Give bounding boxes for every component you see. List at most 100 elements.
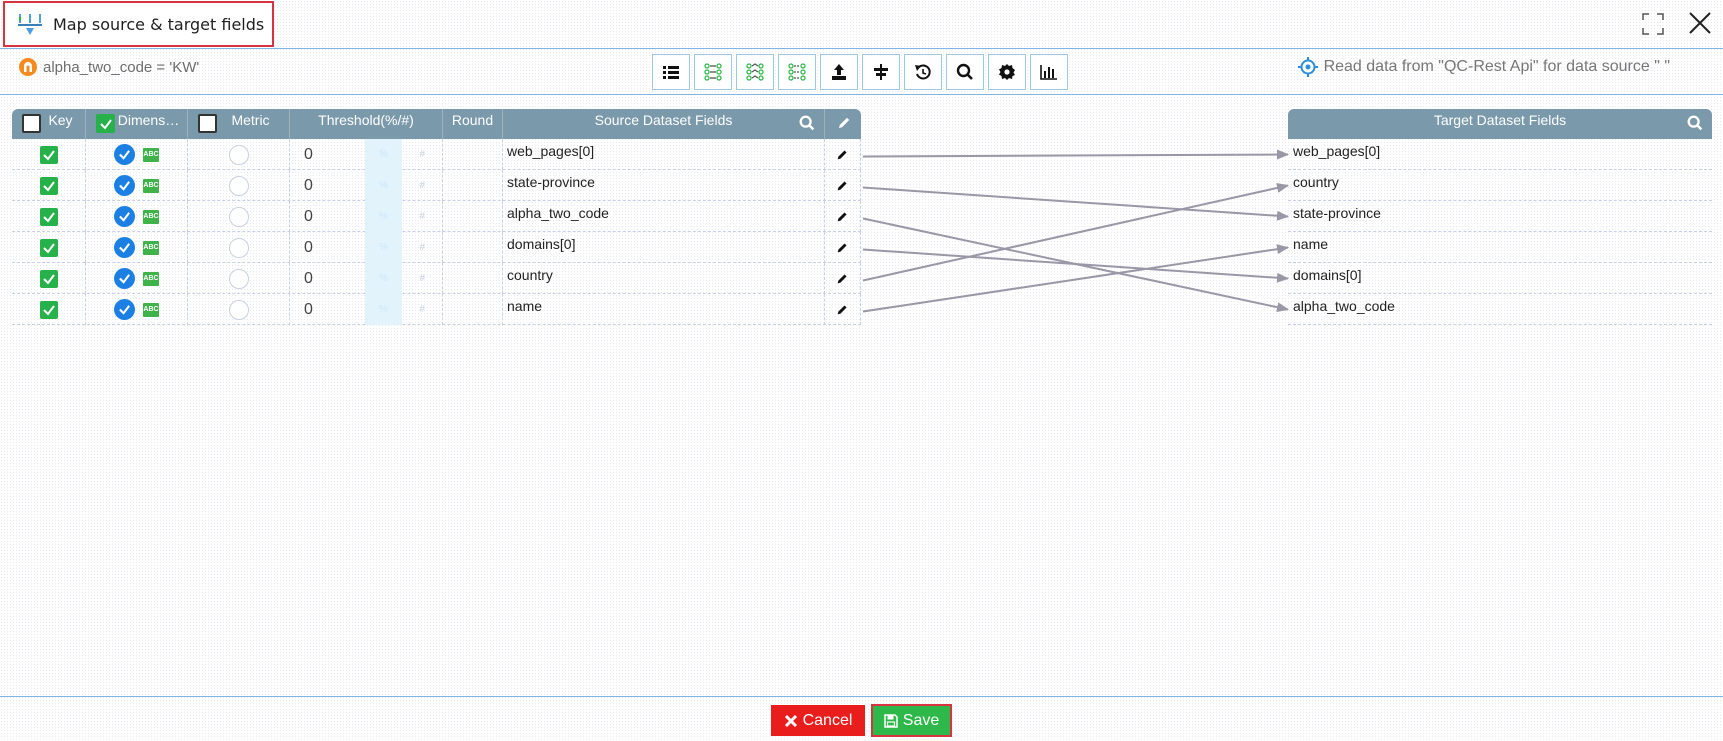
count-toggle[interactable]: # [402,263,442,294]
check-icon [119,274,130,284]
key-checkbox[interactable] [39,145,58,164]
source-field-name[interactable]: country [503,263,825,294]
threshold-input[interactable]: 0 [290,201,365,232]
search-icon [956,63,973,80]
key-checkbox[interactable] [39,176,58,195]
percent-toggle[interactable]: % [364,294,403,325]
key-checkbox[interactable] [39,300,58,319]
metric-radio[interactable] [228,144,249,165]
target-field-name[interactable]: web_pages[0] [1288,139,1712,170]
active-filter[interactable]: alpha_two_code = 'KW' [18,57,199,77]
round-cell[interactable] [443,170,503,201]
mapping-connector[interactable] [862,186,1289,221]
dimension-radio[interactable] [114,144,135,165]
target-field-name[interactable]: name [1288,232,1712,263]
target-field-name[interactable]: country [1288,170,1712,201]
chart-button[interactable] [1030,54,1068,90]
source-table-header: Key Dimens… Metric Threshold(%/#) Round … [12,109,861,139]
upload-button[interactable] [820,54,858,90]
round-cell[interactable] [443,139,503,170]
target-field-name[interactable]: alpha_two_code [1288,294,1712,325]
round-cell[interactable] [443,294,503,325]
metric-radio[interactable] [228,206,249,227]
map-all-button[interactable] [694,54,732,90]
pencil-icon[interactable] [836,148,849,161]
pencil-icon[interactable] [836,179,849,192]
count-toggle[interactable]: # [402,201,442,232]
metric-cell [188,263,290,294]
key-checkbox[interactable] [39,207,58,226]
pencil-icon[interactable] [836,272,849,285]
key-checkbox[interactable] [39,238,58,257]
search-button[interactable] [946,54,984,90]
check-icon [42,211,55,223]
count-toggle[interactable]: # [402,294,442,325]
metric-radio[interactable] [228,268,249,289]
split-button[interactable] [862,54,900,90]
dimension-radio[interactable] [114,299,135,320]
list-view-button[interactable] [652,54,690,90]
count-toggle[interactable]: # [402,139,442,170]
reset-button[interactable] [904,54,942,90]
dimension-radio[interactable] [114,268,135,289]
pencil-icon[interactable] [836,241,849,254]
map-by-name-button[interactable] [736,54,774,90]
count-toggle[interactable]: # [402,232,442,263]
mapping-connector[interactable] [862,183,1289,282]
round-cell[interactable] [443,232,503,263]
mapping-connector[interactable] [862,248,1289,283]
percent-toggle[interactable]: % [364,232,403,263]
dimension-header-label: Dimens… [117,112,180,128]
source-field-name[interactable]: alpha_two_code [503,201,825,232]
dimension-radio[interactable] [114,175,135,196]
percent-toggle[interactable]: % [364,139,403,170]
metric-cell [188,294,290,325]
close-icon[interactable] [1687,10,1713,36]
select-all-key-checkbox[interactable] [22,114,41,133]
source-field-name[interactable]: state-province [503,170,825,201]
pencil-icon[interactable] [836,210,849,223]
metric-radio[interactable] [228,175,249,196]
mapping-connector[interactable] [862,149,1289,160]
threshold-input[interactable]: 0 [290,294,365,325]
key-checkbox[interactable] [39,269,58,288]
source-search-icon[interactable] [798,114,816,132]
mapping-connector[interactable] [862,244,1289,313]
threshold-input[interactable]: 0 [290,232,365,263]
target-field-name[interactable]: state-province [1288,201,1712,232]
metric-radio[interactable] [228,237,249,258]
select-all-metric-checkbox[interactable] [198,114,217,133]
cancel-button[interactable]: Cancel [771,705,865,736]
dimension-radio[interactable] [114,237,135,258]
metric-radio[interactable] [228,299,249,320]
save-button[interactable]: Save [871,704,952,737]
fullscreen-icon[interactable] [1641,12,1665,36]
source-field-name[interactable]: name [503,294,825,325]
settings-button[interactable] [988,54,1026,90]
dimension-radio[interactable] [114,206,135,227]
round-cell[interactable] [443,201,503,232]
table-row: ABC 0 % # domains[0] [12,232,861,263]
pencil-icon[interactable] [836,303,849,316]
count-toggle[interactable]: # [402,170,442,201]
target-field-name[interactable]: domains[0] [1288,263,1712,294]
select-all-dimension-checkbox[interactable] [96,114,115,133]
mapping-connector[interactable] [862,217,1289,313]
round-cell[interactable] [443,263,503,294]
percent-toggle[interactable]: % [364,170,403,201]
source-field-name[interactable]: web_pages[0] [503,139,825,170]
percent-toggle[interactable]: % [364,263,403,294]
threshold-input[interactable]: 0 [290,263,365,294]
key-cell [12,263,86,294]
source-field-name[interactable]: domains[0] [503,232,825,263]
source-fields-header-label: Source Dataset Fields [594,112,733,128]
map-by-order-button[interactable] [778,54,816,90]
threshold-input[interactable]: 0 [290,139,365,170]
filter-icon [19,58,37,76]
percent-toggle[interactable]: % [364,201,403,232]
pencil-icon[interactable] [836,115,852,131]
threshold-input[interactable]: 0 [290,170,365,201]
key-cell [12,294,86,325]
target-search-icon[interactable] [1686,114,1704,132]
threshold-cell: 0 % # [290,263,443,294]
